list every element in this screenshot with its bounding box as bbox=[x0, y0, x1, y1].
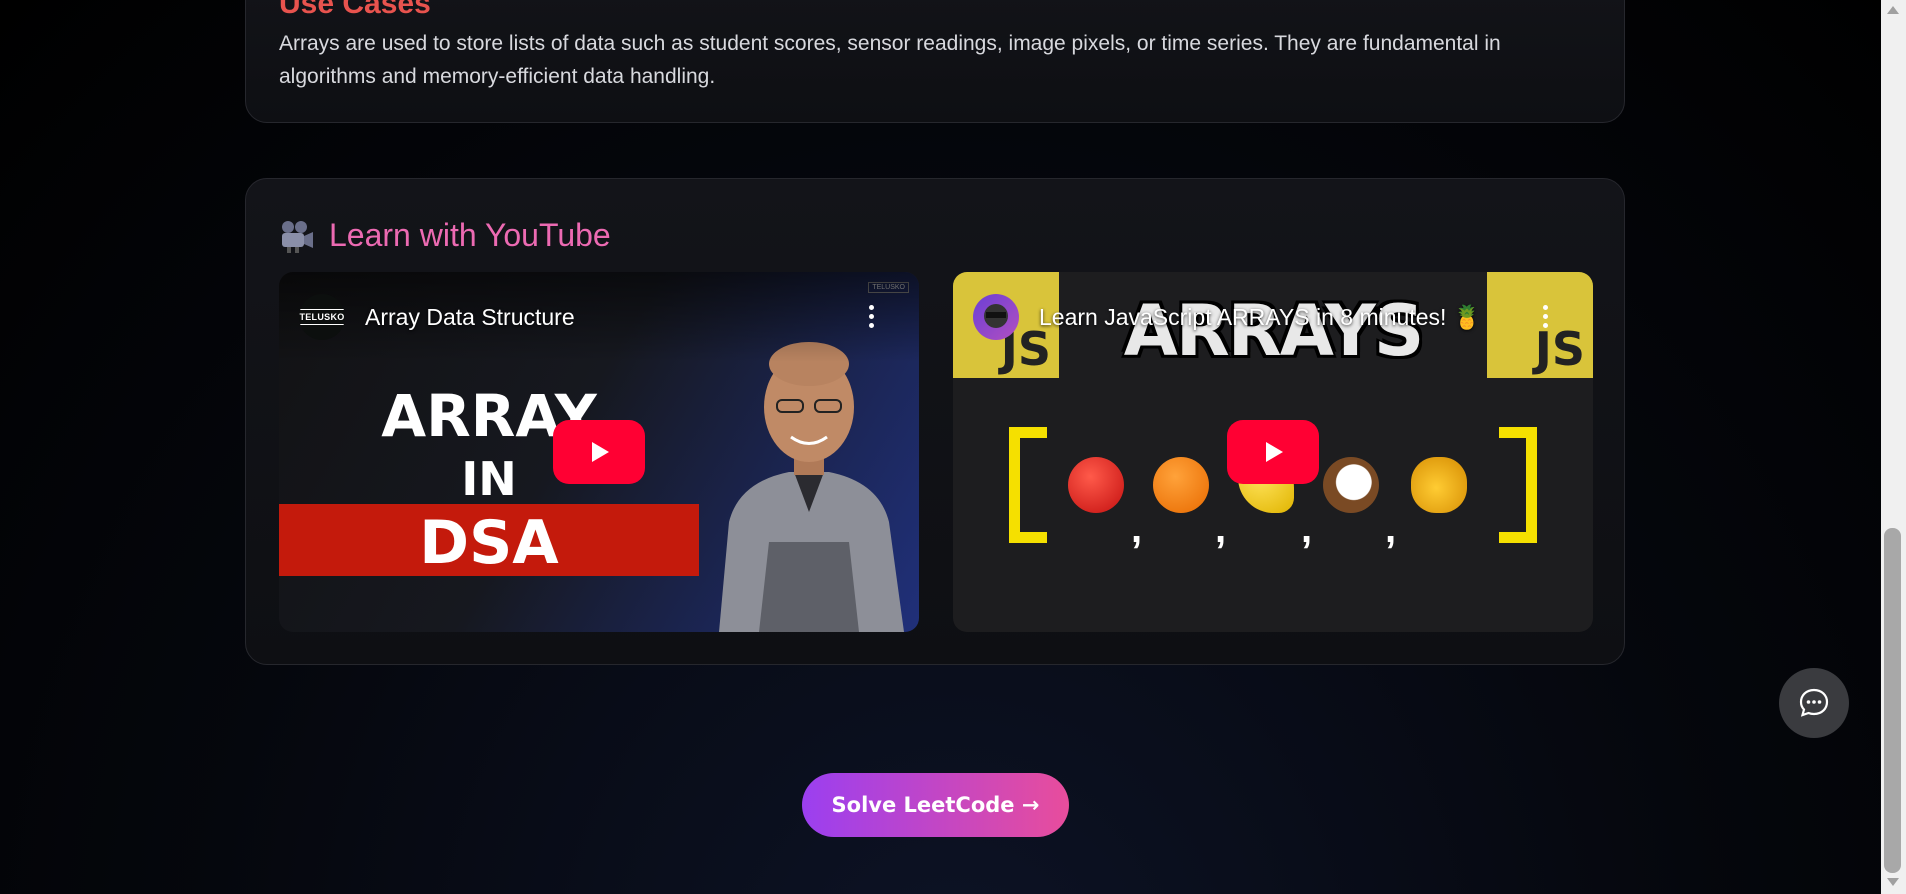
apple-icon bbox=[1068, 457, 1124, 513]
play-icon bbox=[1266, 442, 1283, 462]
use-cases-text: Arrays are used to store lists of data s… bbox=[279, 32, 1501, 88]
play-icon bbox=[592, 442, 609, 462]
chat-button[interactable] bbox=[1779, 668, 1849, 738]
scrollbar-thumb[interactable] bbox=[1884, 528, 1901, 873]
movie-camera-icon bbox=[282, 220, 313, 253]
bracket-right bbox=[1499, 427, 1537, 543]
orange-icon bbox=[1153, 457, 1209, 513]
coconut-icon bbox=[1323, 457, 1379, 513]
scroll-up-arrow-icon[interactable] bbox=[1887, 6, 1899, 14]
more-options-icon[interactable] bbox=[1543, 305, 1549, 332]
channel-avatar[interactable] bbox=[973, 294, 1019, 340]
youtube-title-row: Learn with YouTube bbox=[279, 217, 611, 254]
avatar-image bbox=[984, 304, 1008, 328]
pineapple-icon bbox=[1411, 457, 1467, 513]
video-header: Learn JavaScript ARRAYS in 8 minutes! 🍍 bbox=[953, 272, 1593, 362]
video-title[interactable]: Array Data Structure bbox=[365, 304, 575, 331]
chat-bubble-icon bbox=[1799, 688, 1829, 717]
play-button[interactable] bbox=[553, 420, 645, 484]
youtube-card: Learn with YouTube ARRAY IN DSA TELUSKO … bbox=[245, 178, 1625, 665]
video-header: TELUSKO Array Data Structure bbox=[279, 272, 919, 362]
play-button[interactable] bbox=[1227, 420, 1319, 484]
channel-avatar[interactable]: TELUSKO bbox=[299, 294, 345, 340]
thumbnail-text-dsa: DSA bbox=[419, 508, 559, 578]
solve-leetcode-button[interactable]: Solve LeetCode → bbox=[802, 773, 1069, 837]
channel-avatar-label: TELUSKO bbox=[299, 309, 345, 325]
more-options-icon[interactable] bbox=[869, 305, 875, 332]
scroll-down-arrow-icon[interactable] bbox=[1887, 878, 1899, 886]
video-title[interactable]: Learn JavaScript ARRAYS in 8 minutes! 🍍 bbox=[1039, 304, 1481, 331]
use-cases-card: Use Cases Arrays are used to store lists… bbox=[245, 0, 1625, 123]
youtube-heading: Learn with YouTube bbox=[329, 217, 611, 253]
video-embed-learn-js-arrays[interactable]: JS JS ARRAYS , , , , Learn JavaScript AR… bbox=[953, 272, 1593, 632]
video-embed-array-data-structure[interactable]: ARRAY IN DSA TELUSKO TELUSKO Array Data … bbox=[279, 272, 919, 632]
bracket-left bbox=[1009, 427, 1047, 543]
use-cases-heading: Use Cases bbox=[279, 0, 431, 20]
